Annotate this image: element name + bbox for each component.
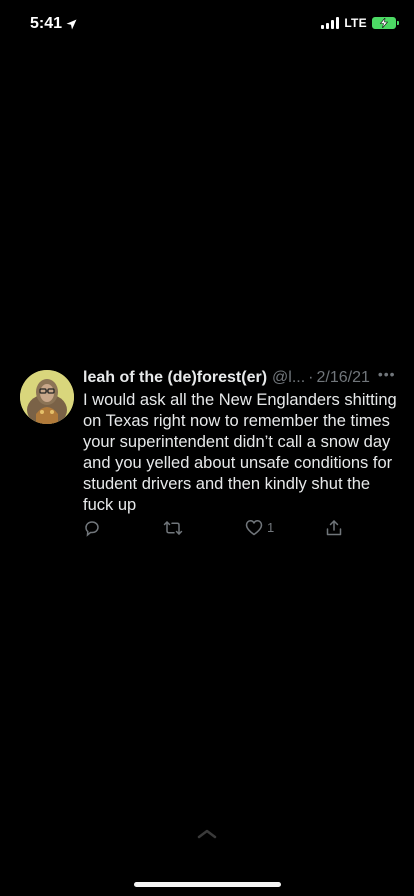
retweet-button[interactable] xyxy=(163,519,183,537)
heart-icon xyxy=(245,519,263,536)
avatar[interactable] xyxy=(20,370,74,424)
status-bar: 5:41 LTE xyxy=(0,0,414,48)
tweet-actions: 1 xyxy=(83,519,383,541)
battery-charging-icon xyxy=(372,17,399,29)
share-button[interactable] xyxy=(325,519,343,537)
reply-button[interactable] xyxy=(83,519,101,537)
tweet-text: I would ask all the New Englanders shitt… xyxy=(83,391,397,514)
status-time: 5:41 xyxy=(30,15,77,33)
display-name[interactable]: leah of the (de)forest(er) xyxy=(83,367,267,389)
chevron-up-icon[interactable] xyxy=(197,826,217,844)
location-arrow-icon xyxy=(66,19,77,30)
like-button[interactable]: 1 xyxy=(245,519,274,536)
home-indicator[interactable] xyxy=(134,882,281,887)
share-icon xyxy=(325,519,343,537)
retweet-icon xyxy=(163,519,183,537)
status-indicators: LTE xyxy=(321,16,399,30)
more-dots-icon[interactable]: ••• xyxy=(378,363,396,385)
user-handle[interactable]: @l... xyxy=(272,367,305,389)
cellular-signal-icon xyxy=(321,17,340,29)
tweet-date[interactable]: 2/16/21 xyxy=(316,367,369,389)
separator-dot: · xyxy=(308,369,314,386)
network-type-label: LTE xyxy=(344,16,367,30)
tweet-header: leah of the (de)forest(er) @l... · 2/16/… xyxy=(83,366,403,389)
status-time-label: 5:41 xyxy=(30,15,63,32)
tweet-body: leah of the (de)forest(er) @l... · 2/16/… xyxy=(83,366,403,516)
reply-icon xyxy=(83,519,101,537)
like-count: 1 xyxy=(267,520,275,535)
